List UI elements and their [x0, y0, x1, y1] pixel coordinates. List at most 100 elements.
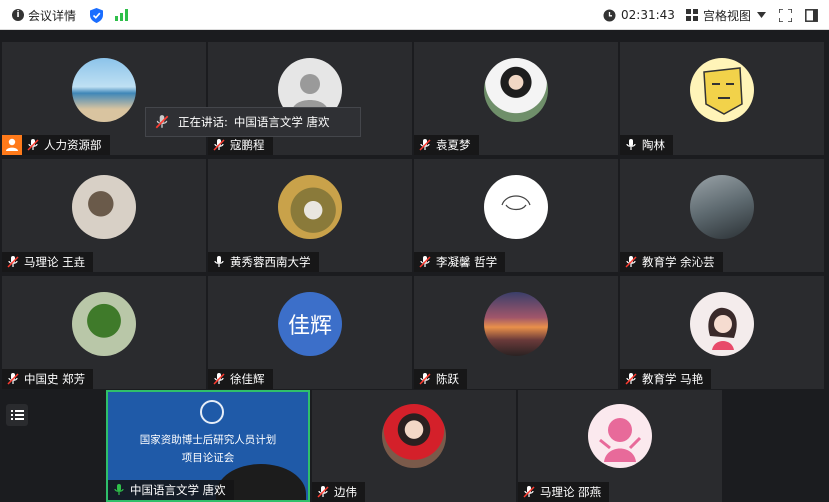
meeting-timer: 02:31:43 [603, 0, 675, 30]
mic-icon [214, 256, 224, 267]
participant-tile[interactable]: 黄秀蓉西南大学 [208, 159, 412, 272]
participant-tile[interactable]: 袁夏梦 [414, 42, 618, 155]
avatar [278, 175, 342, 239]
participant-name: 陈跃 [436, 372, 459, 386]
fullscreen-icon [779, 8, 792, 22]
participant-tile[interactable]: 人力资源部 [2, 42, 206, 155]
avatar [484, 58, 548, 122]
participant-name: 边伟 [334, 485, 357, 499]
view-mode-label: 宫格视图 [703, 8, 752, 23]
mic-active-icon [114, 484, 124, 495]
participant-namebar: 马理论 邵燕 [518, 482, 610, 502]
sketch-face-icon [501, 195, 531, 211]
participant-namebar: 中国史 郑芳 [2, 369, 94, 389]
participant-tile[interactable]: 马理论 王垚 [2, 159, 206, 272]
participant-name: 中国语言文学 唐欢 [130, 483, 226, 497]
mic-muted-icon [419, 373, 431, 385]
signal-icon[interactable] [115, 0, 128, 30]
participant-namebar: 徐佳辉 [208, 369, 273, 389]
avatar [72, 175, 136, 239]
mic-muted-icon [155, 115, 169, 129]
mic-muted-icon [213, 139, 225, 151]
participant-namebar: 黄秀蓉西南大学 [208, 252, 319, 272]
bottom-video-row: 国家资助博士后研究人员计划 项目论证会 中国语言文学 唐欢 边伟 马理论 邵燕 [0, 390, 829, 502]
participant-name: 马理论 王垚 [24, 255, 86, 269]
participant-namebar: 袁夏梦 [414, 135, 479, 155]
participant-tile[interactable]: 佳辉 徐佳辉 [208, 276, 412, 389]
avatar [690, 292, 754, 356]
meeting-info-label: 会议详情 [28, 8, 77, 23]
mic-muted-icon [7, 256, 19, 268]
view-mode-dropdown[interactable]: 宫格视图 [686, 0, 767, 30]
speaking-name: 中国语言文学 唐欢 [233, 115, 330, 129]
clock-icon [603, 9, 616, 21]
participant-tile[interactable]: 陈跃 [414, 276, 618, 389]
mic-muted-icon [419, 256, 431, 268]
mic-muted-icon [27, 139, 39, 151]
participant-name: 教育学 马艳 [642, 372, 704, 386]
participant-name: 徐佳辉 [230, 372, 265, 386]
slide-title-line1: 国家资助博士后研究人员计划 [139, 434, 277, 446]
participant-tile[interactable]: 李凝馨 哲学 [414, 159, 618, 272]
avatar [690, 58, 754, 122]
participant-namebar: 寇鹏程 [208, 135, 273, 155]
security-shield-icon[interactable] [90, 0, 103, 30]
participant-list-button[interactable] [6, 404, 28, 426]
shared-screen-tile[interactable]: 国家资助博士后研究人员计划 项目论证会 中国语言文学 唐欢 [106, 390, 310, 502]
participant-namebar: 马理论 王垚 [2, 252, 94, 272]
meeting-info-button[interactable]: i 会议详情 [12, 0, 76, 30]
cartoon-face-icon [703, 67, 743, 115]
participant-namebar: 李凝馨 哲学 [414, 252, 506, 272]
participant-name: 人力资源部 [44, 138, 102, 152]
slide-title-line2: 项目论证会 [181, 452, 235, 464]
host-icon [2, 135, 22, 155]
meeting-toolbar: i 会议详情 02:31:43 宫格视图 [0, 0, 829, 30]
participant-name: 寇鹏程 [230, 138, 265, 152]
participant-tile[interactable]: 寇鹏程 [208, 42, 412, 155]
info-icon: i [12, 9, 24, 21]
grid-view-icon [686, 9, 698, 21]
university-seal-icon [200, 400, 224, 424]
participant-name: 袁夏梦 [436, 138, 471, 152]
participant-tile[interactable]: 教育学 马艳 [620, 276, 824, 389]
timer-text: 02:31:43 [621, 8, 675, 22]
mic-muted-icon [523, 486, 535, 498]
cartoon-girl-icon [708, 307, 737, 350]
avatar [72, 58, 136, 122]
mic-muted-icon [625, 256, 637, 268]
video-grid: 人力资源部 寇鹏程 袁夏梦 陶林 马理论 王垚 黄秀蓉西南大学 李凝馨 哲学 教… [2, 42, 826, 390]
participant-name: 马理论 邵燕 [540, 485, 602, 499]
participant-name: 黄秀蓉西南大学 [230, 255, 311, 269]
participant-namebar: 边伟 [312, 482, 365, 502]
participant-tile[interactable]: 马理论 邵燕 [518, 390, 722, 502]
participant-name: 李凝馨 哲学 [436, 255, 498, 269]
participant-tile[interactable]: 陶林 [620, 42, 824, 155]
fullscreen-button[interactable] [779, 0, 792, 30]
participant-name: 中国史 郑芳 [24, 372, 86, 386]
mic-muted-icon [7, 373, 19, 385]
participant-namebar: 人力资源部 [22, 135, 110, 155]
avatar [382, 404, 446, 468]
avatar [484, 292, 548, 356]
avatar [484, 175, 548, 239]
menu-list-icon [11, 410, 24, 420]
participant-namebar: 陈跃 [414, 369, 467, 389]
mic-muted-icon [625, 373, 637, 385]
participant-namebar: 教育学 马艳 [620, 369, 712, 389]
speaking-label: 正在讲话: [178, 115, 228, 129]
participant-namebar: 教育学 余沁芸 [620, 252, 723, 272]
mic-muted-icon [213, 373, 225, 385]
active-speaker-banner: 正在讲话: 中国语言文学 唐欢 [145, 107, 361, 137]
avatar [588, 404, 652, 468]
panel-icon [805, 8, 818, 22]
participant-tile[interactable]: 边伟 [312, 390, 516, 502]
participant-namebar: 陶林 [620, 135, 673, 155]
participant-tile[interactable]: 中国史 郑芳 [2, 276, 206, 389]
participant-name: 教育学 余沁芸 [642, 255, 715, 269]
sidebar-toggle-button[interactable] [805, 0, 818, 30]
mic-icon [626, 139, 636, 150]
participant-tile[interactable]: 教育学 余沁芸 [620, 159, 824, 272]
mic-muted-icon [317, 486, 329, 498]
cartoon-pink-icon [599, 418, 642, 462]
avatar [690, 175, 754, 239]
